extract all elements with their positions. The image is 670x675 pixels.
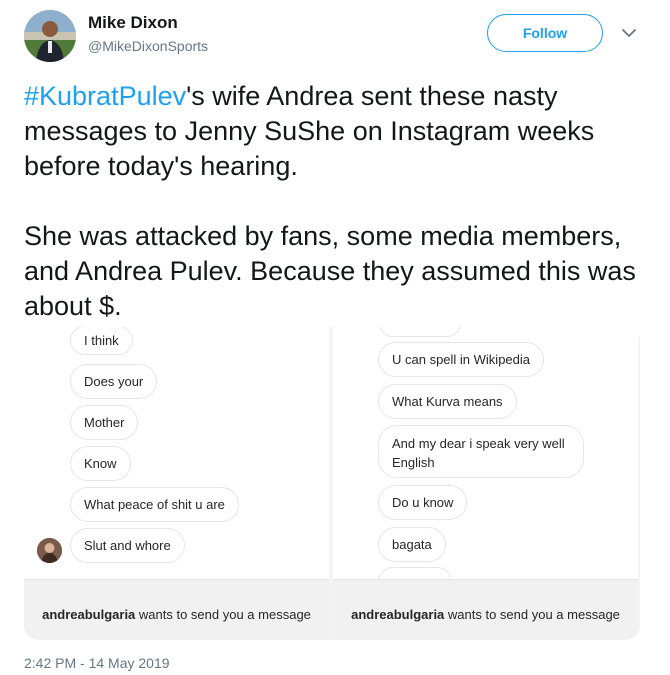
author-handle[interactable]: @MikeDixonSports [88, 38, 208, 54]
message-bubble: Does your [70, 364, 158, 399]
message-bubble: Mother [70, 405, 139, 440]
tweet-paragraph-2: She was attacked by fans, some media mem… [24, 221, 636, 321]
message-request-footer: andreabulgaria wants to send you a messa… [24, 579, 329, 640]
author-photo-icon [24, 10, 76, 62]
message-bubble: Do u know [378, 485, 468, 520]
request-text: wants to send you a message [135, 607, 311, 622]
tweet-media[interactable]: I think Does your Mother Know What peace… [24, 327, 640, 640]
message-request-footer: andreabulgaria wants to send you a messa… [333, 579, 638, 640]
follow-button[interactable]: Follow [487, 14, 603, 52]
message-bubble: U can spell in Wikipedia [378, 342, 545, 377]
request-text: wants to send you a message [444, 607, 620, 622]
screenshot-right[interactable]: U can spell in Wikipedia What Kurva mean… [333, 327, 638, 640]
tweet-timestamp[interactable]: 2:42 PM - 14 May 2019 [24, 655, 170, 671]
sender-photo-icon [37, 538, 62, 563]
message-bubble: I think [70, 327, 133, 355]
sender-avatar [37, 538, 62, 563]
message-bubble: Know [70, 446, 131, 481]
message-bubble: What peace of shit u are [70, 487, 239, 522]
chevron-down-icon[interactable] [620, 24, 638, 42]
author-avatar[interactable] [24, 10, 76, 62]
hashtag-link[interactable]: #KubratPulev [24, 81, 186, 111]
request-username: andreabulgaria [351, 607, 445, 622]
message-bubble: Slut and whore [70, 528, 185, 563]
message-bubble: bagata [378, 527, 446, 562]
tweet-paragraph-1: #KubratPulev's wife Andrea sent these na… [24, 79, 648, 184]
partial-bubble [379, 327, 461, 337]
tweet-header: Mike Dixon @MikeDixonSports Follow [24, 10, 648, 62]
screenshot-left[interactable]: I think Does your Mother Know What peace… [24, 327, 329, 640]
tweet-text: #KubratPulev's wife Andrea sent these na… [24, 79, 648, 324]
request-username: andreabulgaria [42, 607, 136, 622]
message-bubble: What Kurva means [378, 384, 517, 419]
message-bubble: And my dear i speak very well English [378, 425, 584, 478]
author-name[interactable]: Mike Dixon [88, 13, 178, 33]
